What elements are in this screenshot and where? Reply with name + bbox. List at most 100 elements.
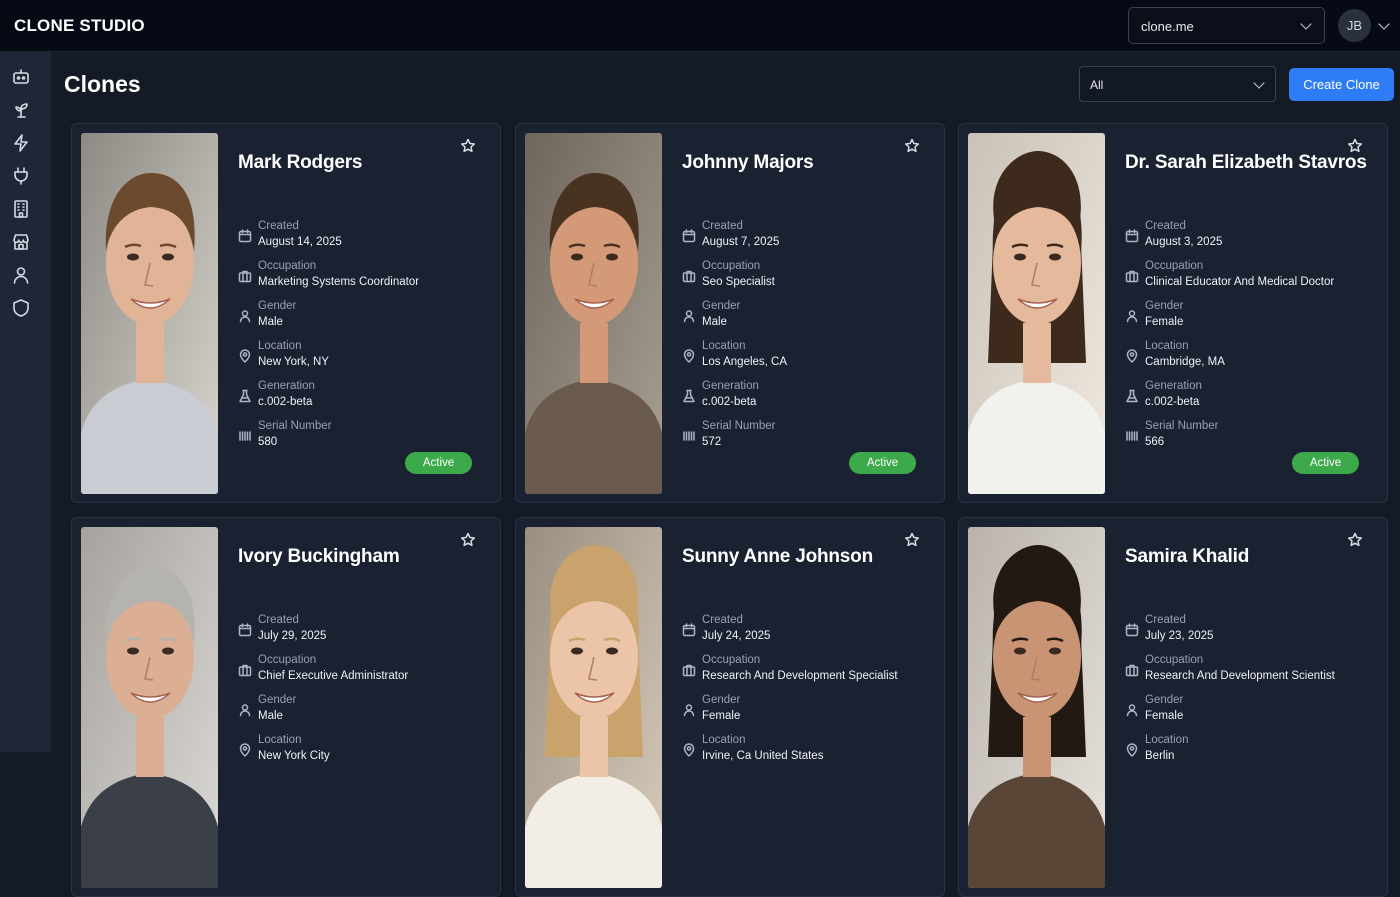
clone-card[interactable]: Sunny Anne Johnson Created July 24, 2025 O… bbox=[515, 517, 945, 897]
field-value: Female bbox=[702, 710, 741, 722]
field-label: Created bbox=[702, 614, 743, 626]
calendar-icon bbox=[682, 623, 696, 637]
star-icon[interactable] bbox=[460, 532, 476, 548]
field-label: Occupation bbox=[258, 654, 317, 666]
person-icon bbox=[682, 309, 696, 323]
field-created: Created August 3, 2025 bbox=[1125, 220, 1375, 254]
chevron-down-icon bbox=[1300, 18, 1312, 30]
field-label: Serial Number bbox=[702, 420, 776, 432]
field-label: Serial Number bbox=[258, 420, 332, 432]
status-badge: Active bbox=[1292, 452, 1359, 474]
field-gender: Gender Female bbox=[1125, 300, 1375, 334]
briefcase-icon bbox=[1125, 269, 1139, 283]
clone-name: Dr. Sarah Elizabeth Stavros bbox=[1125, 152, 1367, 173]
clone-portrait bbox=[81, 133, 218, 494]
person-icon bbox=[238, 309, 252, 323]
field-location: Location Los Angeles, CA bbox=[682, 340, 932, 374]
calendar-icon bbox=[1125, 623, 1139, 637]
field-label: Generation bbox=[702, 380, 759, 392]
field-value: August 3, 2025 bbox=[1145, 236, 1223, 248]
brand-logo[interactable]: CLONE STUDIO bbox=[14, 16, 145, 36]
field-label: Gender bbox=[258, 694, 297, 706]
field-value: c.002-beta bbox=[702, 396, 757, 408]
briefcase-icon bbox=[238, 663, 252, 677]
star-icon[interactable] bbox=[1347, 138, 1363, 154]
robot-icon[interactable] bbox=[11, 67, 31, 87]
field-value: Male bbox=[702, 316, 727, 328]
clone-name: Sunny Anne Johnson bbox=[682, 546, 873, 567]
field-occupation: Occupation Research And Development Speci… bbox=[682, 654, 932, 688]
field-value: Clinical Educator And Medical Doctor bbox=[1145, 276, 1335, 288]
domain-select-value: clone.me bbox=[1141, 19, 1194, 34]
field-label: Created bbox=[258, 614, 299, 626]
user-avatar[interactable]: JB bbox=[1338, 9, 1371, 42]
field-label: Serial Number bbox=[1145, 420, 1219, 432]
field-value: Chief Executive Administrator bbox=[258, 670, 409, 682]
field-label: Gender bbox=[702, 300, 741, 312]
briefcase-icon bbox=[682, 663, 696, 677]
filter-select[interactable]: All bbox=[1079, 66, 1276, 102]
clone-card[interactable]: Mark Rodgers Created August 14, 2025 Occup… bbox=[71, 123, 501, 503]
shield-icon[interactable] bbox=[11, 298, 31, 318]
star-icon[interactable] bbox=[904, 138, 920, 154]
flask-icon bbox=[238, 389, 252, 403]
star-icon[interactable] bbox=[1347, 532, 1363, 548]
map-pin-icon bbox=[1125, 349, 1139, 363]
clone-card[interactable]: Dr. Sarah Elizabeth Stavros Created Augus… bbox=[958, 123, 1388, 503]
clone-card[interactable]: Samira Khalid Created July 23, 2025 Occupa… bbox=[958, 517, 1388, 897]
field-label: Gender bbox=[702, 694, 741, 706]
field-label: Occupation bbox=[1145, 654, 1204, 666]
sprout-icon[interactable] bbox=[11, 100, 31, 120]
field-occupation: Occupation Seo Specialist bbox=[682, 260, 932, 294]
field-occupation: Occupation Marketing Systems Coordinator bbox=[238, 260, 488, 294]
field-location: Location Berlin bbox=[1125, 734, 1375, 768]
field-label: Generation bbox=[258, 380, 315, 392]
star-icon[interactable] bbox=[904, 532, 920, 548]
building-icon[interactable] bbox=[11, 199, 31, 219]
person-icon bbox=[1125, 309, 1139, 323]
briefcase-icon bbox=[238, 269, 252, 283]
field-gender: Gender Male bbox=[238, 300, 488, 334]
field-created: Created August 7, 2025 bbox=[682, 220, 932, 254]
field-value: Research And Development Scientist bbox=[1145, 670, 1335, 682]
domain-select[interactable]: clone.me bbox=[1128, 7, 1325, 44]
field-label: Created bbox=[1145, 614, 1186, 626]
map-pin-icon bbox=[682, 743, 696, 757]
field-value: 566 bbox=[1145, 436, 1165, 448]
store-icon[interactable] bbox=[11, 232, 31, 252]
lightning-icon[interactable] bbox=[11, 133, 31, 153]
create-clone-button[interactable]: Create Clone bbox=[1289, 68, 1394, 101]
field-location: Location Cambridge, MA bbox=[1125, 340, 1375, 374]
field-label: Gender bbox=[258, 300, 297, 312]
field-value: Female bbox=[1145, 710, 1184, 722]
status-badge: Active bbox=[849, 452, 916, 474]
clone-card[interactable]: Johnny Majors Created August 7, 2025 Occup… bbox=[515, 123, 945, 503]
field-location: Location New York City bbox=[238, 734, 488, 768]
page-title: Clones bbox=[64, 71, 141, 97]
flask-icon bbox=[682, 389, 696, 403]
field-value: Research And Development Specialist bbox=[702, 670, 898, 682]
field-label: Occupation bbox=[258, 260, 317, 272]
star-icon[interactable] bbox=[460, 138, 476, 154]
flask-icon bbox=[1125, 389, 1139, 403]
field-label: Created bbox=[1145, 220, 1186, 232]
person-icon bbox=[238, 703, 252, 717]
user-icon[interactable] bbox=[11, 265, 31, 285]
field-gender: Gender Male bbox=[682, 300, 932, 334]
map-pin-icon bbox=[238, 349, 252, 363]
user-menu-chevron-icon[interactable] bbox=[1378, 18, 1390, 30]
clone-name: Mark Rodgers bbox=[238, 152, 363, 173]
plug-icon[interactable] bbox=[11, 166, 31, 186]
field-value: 580 bbox=[258, 436, 278, 448]
field-value: Male bbox=[258, 316, 283, 328]
field-label: Location bbox=[702, 340, 746, 352]
field-label: Gender bbox=[1145, 300, 1184, 312]
clone-card[interactable]: Ivory Buckingham Created July 29, 2025 Occ… bbox=[71, 517, 501, 897]
field-gender: Gender Male bbox=[238, 694, 488, 728]
briefcase-icon bbox=[682, 269, 696, 283]
calendar-icon bbox=[238, 229, 252, 243]
barcode-icon bbox=[682, 429, 696, 443]
field-value: Marketing Systems Coordinator bbox=[258, 276, 420, 288]
calendar-icon bbox=[682, 229, 696, 243]
chevron-down-icon bbox=[1253, 77, 1265, 89]
